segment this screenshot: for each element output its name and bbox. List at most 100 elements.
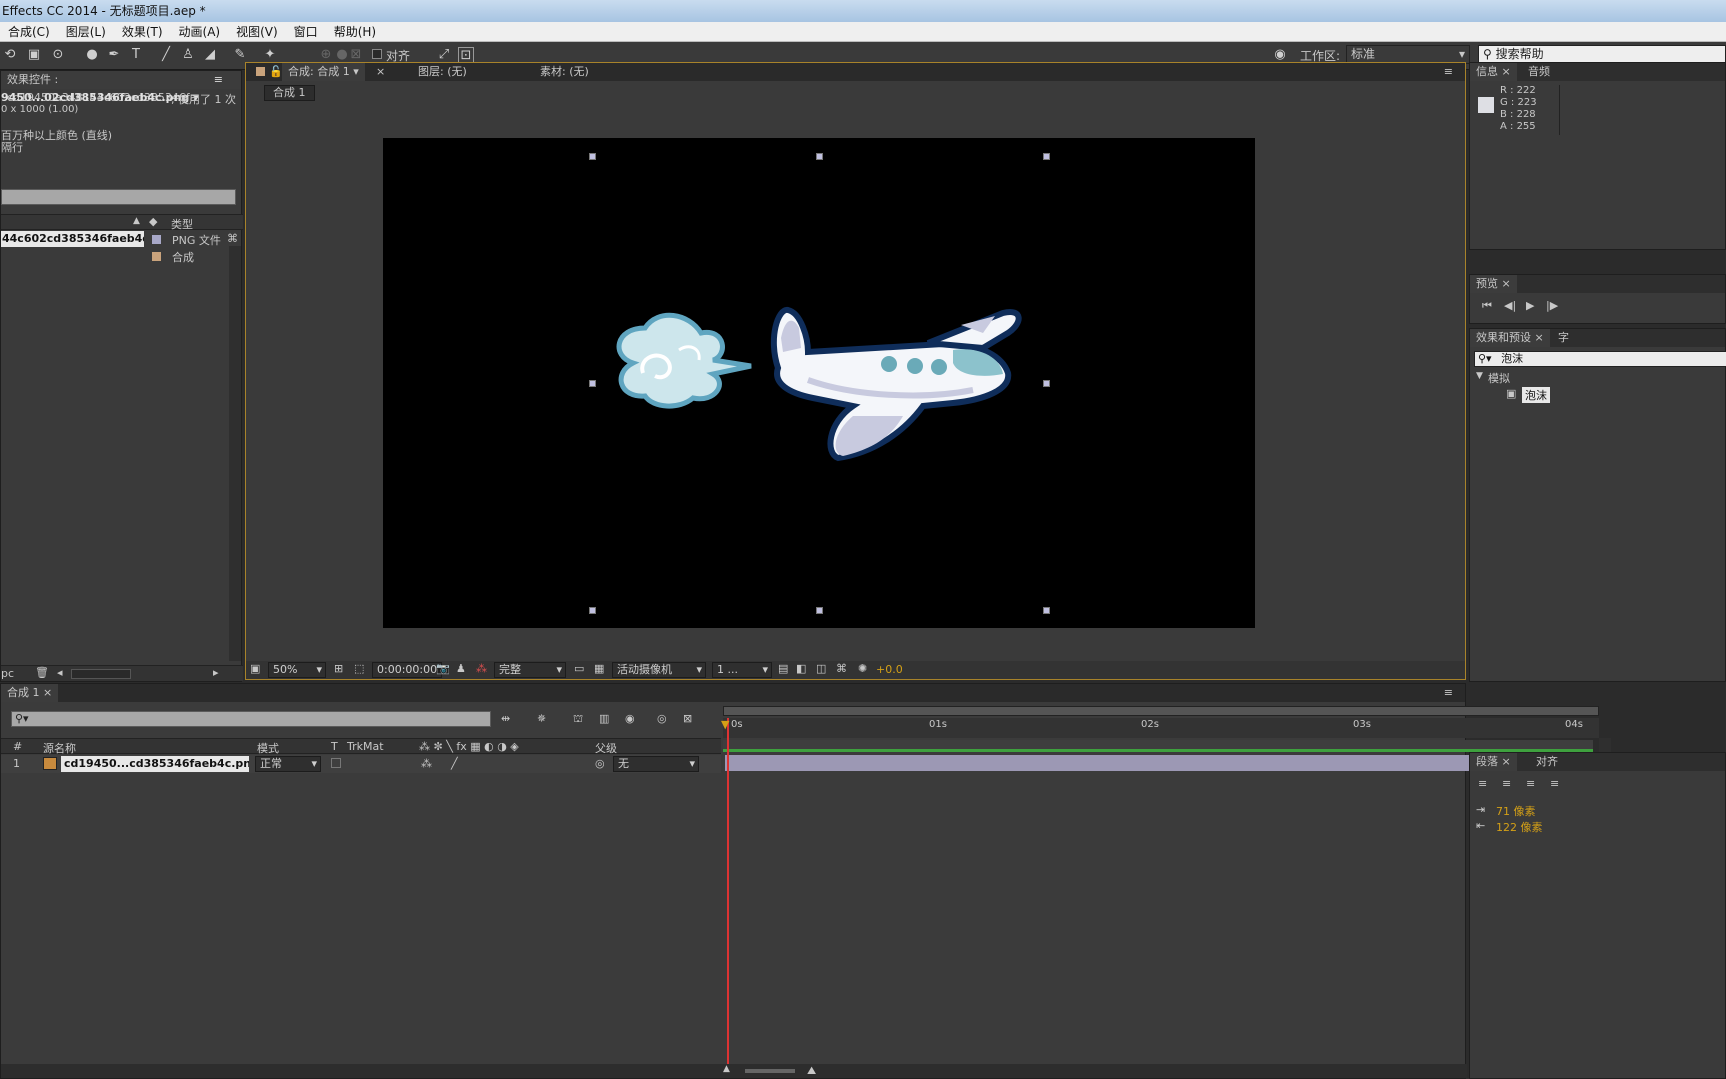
- flowchart-icon[interactable]: ⌘: [836, 662, 847, 675]
- comp-canvas[interactable]: [383, 138, 1255, 628]
- effect-category[interactable]: 模拟: [1488, 370, 1510, 386]
- bpc-label[interactable]: pc: [1, 667, 14, 680]
- clone-stamp-tool-icon[interactable]: ♙: [180, 47, 196, 63]
- camera-dropdown[interactable]: 活动摄像机 ▾: [612, 662, 706, 678]
- brush-tool-icon[interactable]: ╱: [158, 47, 174, 63]
- playhead-icon[interactable]: ▼: [721, 718, 729, 731]
- roto-brush-tool-icon[interactable]: ✎: [232, 47, 248, 63]
- rotate-tool-icon[interactable]: ⟲: [2, 47, 18, 63]
- tab-preview[interactable]: 预览 ×: [1470, 275, 1517, 293]
- menu-window[interactable]: 窗口: [286, 23, 326, 40]
- toggle-pixel-aspect-icon[interactable]: ▤: [778, 662, 788, 675]
- tab-footage[interactable]: 素材: (无): [534, 63, 595, 81]
- tab-audio[interactable]: 音频: [1522, 63, 1556, 81]
- layer-name[interactable]: cd19450...cd385346faeb4c.png: [61, 756, 249, 772]
- align-center-icon[interactable]: ≡: [1502, 777, 1511, 790]
- effect-controls-filename[interactable]: 9450...02cd385346faeb4c.png ▾: [1, 91, 199, 104]
- puppet-tool-icon[interactable]: ✦: [262, 47, 278, 63]
- snapshot-camera-icon[interactable]: 📷: [436, 662, 450, 675]
- views-dropdown[interactable]: 1 ... ▾: [712, 662, 772, 678]
- transform-handle[interactable]: [816, 153, 823, 160]
- project-item-png[interactable]: 44c602cd385346faeb4c.png: [1, 231, 144, 247]
- title-safe-icon[interactable]: ⬚: [354, 662, 364, 675]
- pan-behind-tool-icon[interactable]: ⊙: [50, 47, 66, 63]
- always-preview-icon[interactable]: ▣: [250, 662, 260, 675]
- transparency-grid-icon[interactable]: ▦: [594, 662, 604, 675]
- menu-help[interactable]: 帮助(H): [326, 23, 384, 40]
- align-checkbox[interactable]: [372, 49, 382, 59]
- label-icon[interactable]: ◆: [149, 215, 157, 228]
- layer-duration-bar[interactable]: [725, 755, 1589, 771]
- parent-dropdown[interactable]: 无 ▾: [613, 756, 699, 772]
- time-ruler[interactable]: 0s 01s 02s 03s 04s: [723, 718, 1599, 738]
- exposure-icon[interactable]: ✺: [858, 662, 867, 675]
- transform-handle[interactable]: [1043, 380, 1050, 387]
- effect-item[interactable]: 泡沫: [1522, 387, 1550, 403]
- project-search-field[interactable]: [1, 189, 236, 205]
- timecode-display[interactable]: 0:00:00:00: [372, 662, 443, 678]
- timeline-layer-row[interactable]: 1 cd19450...cd385346faeb4c.png 正常 ▾ ⁂ ╱ ◎…: [1, 755, 721, 773]
- tab-composition[interactable]: 合成: 合成 1 ▾: [282, 63, 365, 81]
- transform-handle[interactable]: [1043, 607, 1050, 614]
- play-icon[interactable]: ▶: [1526, 299, 1534, 312]
- panel-menu-icon[interactable]: ≡: [214, 71, 223, 89]
- eraser-tool-icon[interactable]: ◢: [202, 47, 218, 63]
- panel-menu-icon[interactable]: ≡: [1444, 63, 1453, 81]
- preserve-transparency-checkbox[interactable]: [331, 758, 341, 768]
- menu-animation[interactable]: 动画(A): [171, 23, 229, 40]
- transform-handle[interactable]: [589, 153, 596, 160]
- quality-switch-icon[interactable]: ╱: [451, 757, 458, 770]
- resolution-dropdown[interactable]: 完整 ▾: [494, 662, 566, 678]
- axis-view-icon[interactable]: ⊠: [348, 47, 364, 63]
- current-time-indicator[interactable]: [727, 718, 729, 1064]
- timeline-search-input[interactable]: ⚲▾: [11, 711, 491, 727]
- timeline-zoom-slider[interactable]: [745, 1069, 795, 1073]
- work-area-bar[interactable]: [723, 706, 1599, 716]
- panel-menu-icon[interactable]: ≡: [1444, 684, 1453, 702]
- blend-mode-dropdown[interactable]: 正常 ▾: [255, 756, 321, 772]
- label-color-swatch[interactable]: [152, 252, 161, 261]
- transform-handle[interactable]: [816, 607, 823, 614]
- scroll-left-icon[interactable]: ◂: [57, 666, 63, 679]
- indent-first-value[interactable]: 122 像素: [1496, 819, 1543, 835]
- frame-blending-icon[interactable]: ▥: [599, 712, 609, 725]
- trash-icon[interactable]: 🗑: [35, 666, 49, 679]
- timeline-icon[interactable]: ◫: [816, 662, 826, 675]
- brainstorm-icon[interactable]: ⊠: [683, 712, 692, 725]
- tab-paragraph[interactable]: 段落 ×: [1470, 753, 1517, 771]
- region-of-interest-icon[interactable]: ▭: [574, 662, 584, 675]
- close-icon[interactable]: ×: [376, 63, 385, 81]
- camera-tool-icon[interactable]: ▣: [26, 47, 42, 63]
- menu-effect[interactable]: 效果(T): [114, 23, 171, 40]
- transform-handle[interactable]: [1043, 153, 1050, 160]
- first-frame-icon[interactable]: ⏮: [1482, 299, 1492, 313]
- sort-up-icon[interactable]: ▲: [133, 216, 140, 226]
- motion-blur-icon[interactable]: ◉: [625, 712, 635, 725]
- expand-triangle-icon[interactable]: ▼: [1476, 371, 1483, 381]
- transform-handle[interactable]: [589, 607, 596, 614]
- workspace-icon[interactable]: ◉: [1272, 47, 1288, 63]
- align-left-icon[interactable]: ≡: [1478, 777, 1487, 790]
- fit-frame-icon[interactable]: ⊞: [334, 662, 343, 675]
- tab-info[interactable]: 信息 ×: [1470, 63, 1517, 81]
- comp-breadcrumb[interactable]: 合成 1: [264, 85, 315, 101]
- exposure-value[interactable]: +0.0: [876, 663, 903, 676]
- tab-effects-presets[interactable]: 效果和预设 ×: [1470, 329, 1550, 347]
- zoom-out-icon[interactable]: ▲: [723, 1064, 730, 1074]
- lock-icon[interactable]: 🔓: [269, 63, 283, 81]
- flowchart-icon[interactable]: ⌘: [227, 232, 238, 245]
- ellipse-tool-icon[interactable]: ●: [84, 47, 100, 63]
- tab-layer[interactable]: 图层: (无): [412, 63, 473, 81]
- tab-align[interactable]: 对齐: [1530, 753, 1564, 771]
- type-tool-icon[interactable]: T: [128, 47, 144, 63]
- snap-target-icon[interactable]: ⊡: [458, 47, 474, 63]
- fast-previews-icon[interactable]: ◧: [796, 662, 806, 675]
- col-source-name[interactable]: 源名称: [43, 740, 76, 756]
- justify-icon[interactable]: ≡: [1550, 777, 1559, 790]
- snap-icon[interactable]: ⤢: [436, 47, 452, 63]
- next-frame-icon[interactable]: |▶: [1546, 299, 1558, 312]
- previous-frame-icon[interactable]: ◀|: [1504, 299, 1516, 312]
- comp-mini-flowchart-icon[interactable]: ⇹: [501, 712, 510, 725]
- col-parent[interactable]: 父级: [595, 740, 617, 756]
- tab-effect-controls[interactable]: 效果控件 : cd19450a348144c602cd385346fa: [1, 71, 241, 104]
